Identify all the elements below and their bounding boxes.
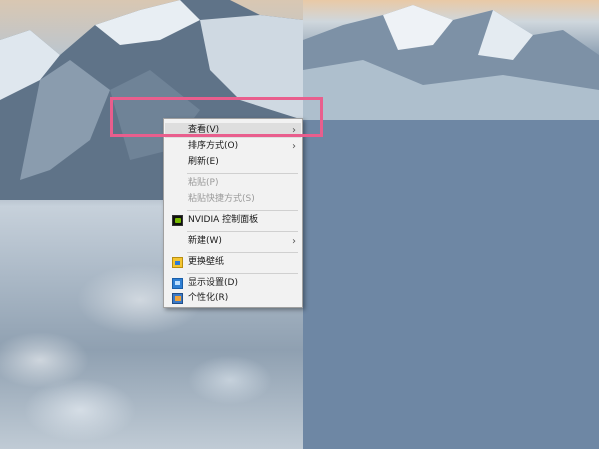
menu-separator xyxy=(187,231,298,232)
menu-item-new[interactable]: 新建(W) › xyxy=(165,234,301,249)
desktop-context-menu: 查看(V) › 排序方式(O) › 刷新(E) 粘贴(P) 粘贴快捷方式(S) … xyxy=(163,118,303,308)
desktop-background-area[interactable] xyxy=(303,120,599,449)
highlight-box xyxy=(110,97,323,137)
menu-separator xyxy=(187,273,298,274)
desktop-wallpaper-top[interactable] xyxy=(303,0,599,120)
chevron-right-icon: › xyxy=(292,236,296,247)
menu-separator xyxy=(187,173,298,174)
menu-item-paste-shortcut: 粘贴快捷方式(S) xyxy=(165,192,301,207)
menu-item-label: 个性化(R) xyxy=(188,293,229,303)
menu-separator xyxy=(187,210,298,211)
menu-item-label: 粘贴(P) xyxy=(188,178,219,188)
menu-item-change-wallpaper[interactable]: 更换壁纸 xyxy=(165,255,301,270)
menu-item-label: 显示设置(D) xyxy=(188,278,238,288)
mountain-peaks-graphic xyxy=(303,5,599,120)
menu-item-label: 排序方式(O) xyxy=(188,141,239,151)
menu-item-nvidia-control-panel[interactable]: NVIDIA 控制面板 xyxy=(165,213,301,228)
menu-item-display-settings[interactable]: 显示设置(D) xyxy=(165,276,301,291)
menu-item-refresh[interactable]: 刷新(E) xyxy=(165,155,301,170)
menu-separator xyxy=(187,252,298,253)
menu-item-personalize[interactable]: 个性化(R) xyxy=(165,291,301,306)
display-icon xyxy=(172,278,183,289)
menu-item-label: 粘贴快捷方式(S) xyxy=(188,194,255,204)
menu-item-label: 刷新(E) xyxy=(188,157,219,167)
menu-item-label: 更换壁纸 xyxy=(188,257,225,267)
personalize-icon xyxy=(172,293,183,304)
nvidia-icon xyxy=(172,215,183,226)
menu-item-label: NVIDIA 控制面板 xyxy=(188,215,259,225)
wallpaper-icon xyxy=(172,257,183,268)
menu-item-label: 新建(W) xyxy=(188,236,222,246)
menu-item-sort-by[interactable]: 排序方式(O) › xyxy=(165,139,301,154)
chevron-right-icon: › xyxy=(292,141,296,152)
menu-item-paste: 粘贴(P) xyxy=(165,176,301,191)
